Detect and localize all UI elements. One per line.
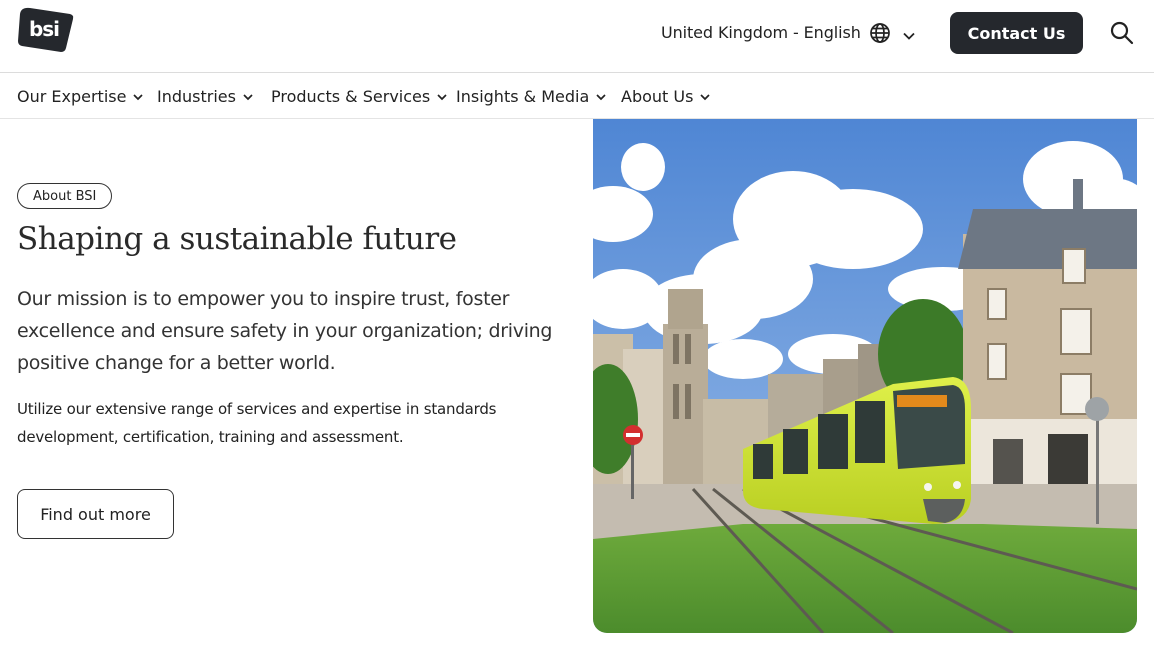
bsi-logo[interactable]: bsi (16, 6, 74, 54)
chevron-down-icon (437, 93, 447, 100)
nav-item-label: Insights & Media (456, 87, 590, 106)
hero-image-tram (593, 119, 1137, 633)
nav-item-label: Products & Services (271, 87, 431, 106)
logo-text: bsi (29, 17, 59, 41)
page-title: Shaping a sustainable future (17, 221, 457, 257)
nav-item-our-expertise[interactable]: Our Expertise (17, 87, 144, 106)
chevron-down-icon (133, 93, 144, 100)
nav-item-label: Our Expertise (17, 87, 127, 106)
search-icon[interactable] (1109, 20, 1135, 46)
chevron-down-icon (243, 93, 253, 100)
services-body-text: Utilize our extensive range of services … (17, 400, 497, 446)
about-bsi-tag: About BSI (17, 183, 113, 209)
chevron-down-icon[interactable] (902, 27, 916, 40)
nav-item-insights-media[interactable]: Insights & Media (456, 87, 607, 106)
nav-item-products-services[interactable]: Products & Services (271, 87, 448, 106)
globe-icon[interactable] (869, 22, 891, 44)
main-nav: Our Expertise Industries Products & Serv… (0, 74, 1154, 119)
top-header: bsi United Kingdom - English Contact Us (0, 0, 1154, 73)
find-out-more-button[interactable]: Find out more (17, 489, 174, 539)
chevron-down-icon (596, 93, 606, 100)
nav-item-about-us[interactable]: About Us (621, 87, 711, 106)
contact-us-button[interactable]: Contact Us (950, 12, 1083, 54)
nav-item-label: About Us (621, 87, 694, 106)
mission-lead-text: Our mission is to empower you to inspire… (17, 288, 553, 374)
locale-selector-label[interactable]: United Kingdom - English (661, 23, 861, 42)
nav-item-industries[interactable]: Industries (157, 87, 254, 106)
nav-item-label: Industries (157, 87, 236, 106)
chevron-down-icon (700, 93, 711, 100)
